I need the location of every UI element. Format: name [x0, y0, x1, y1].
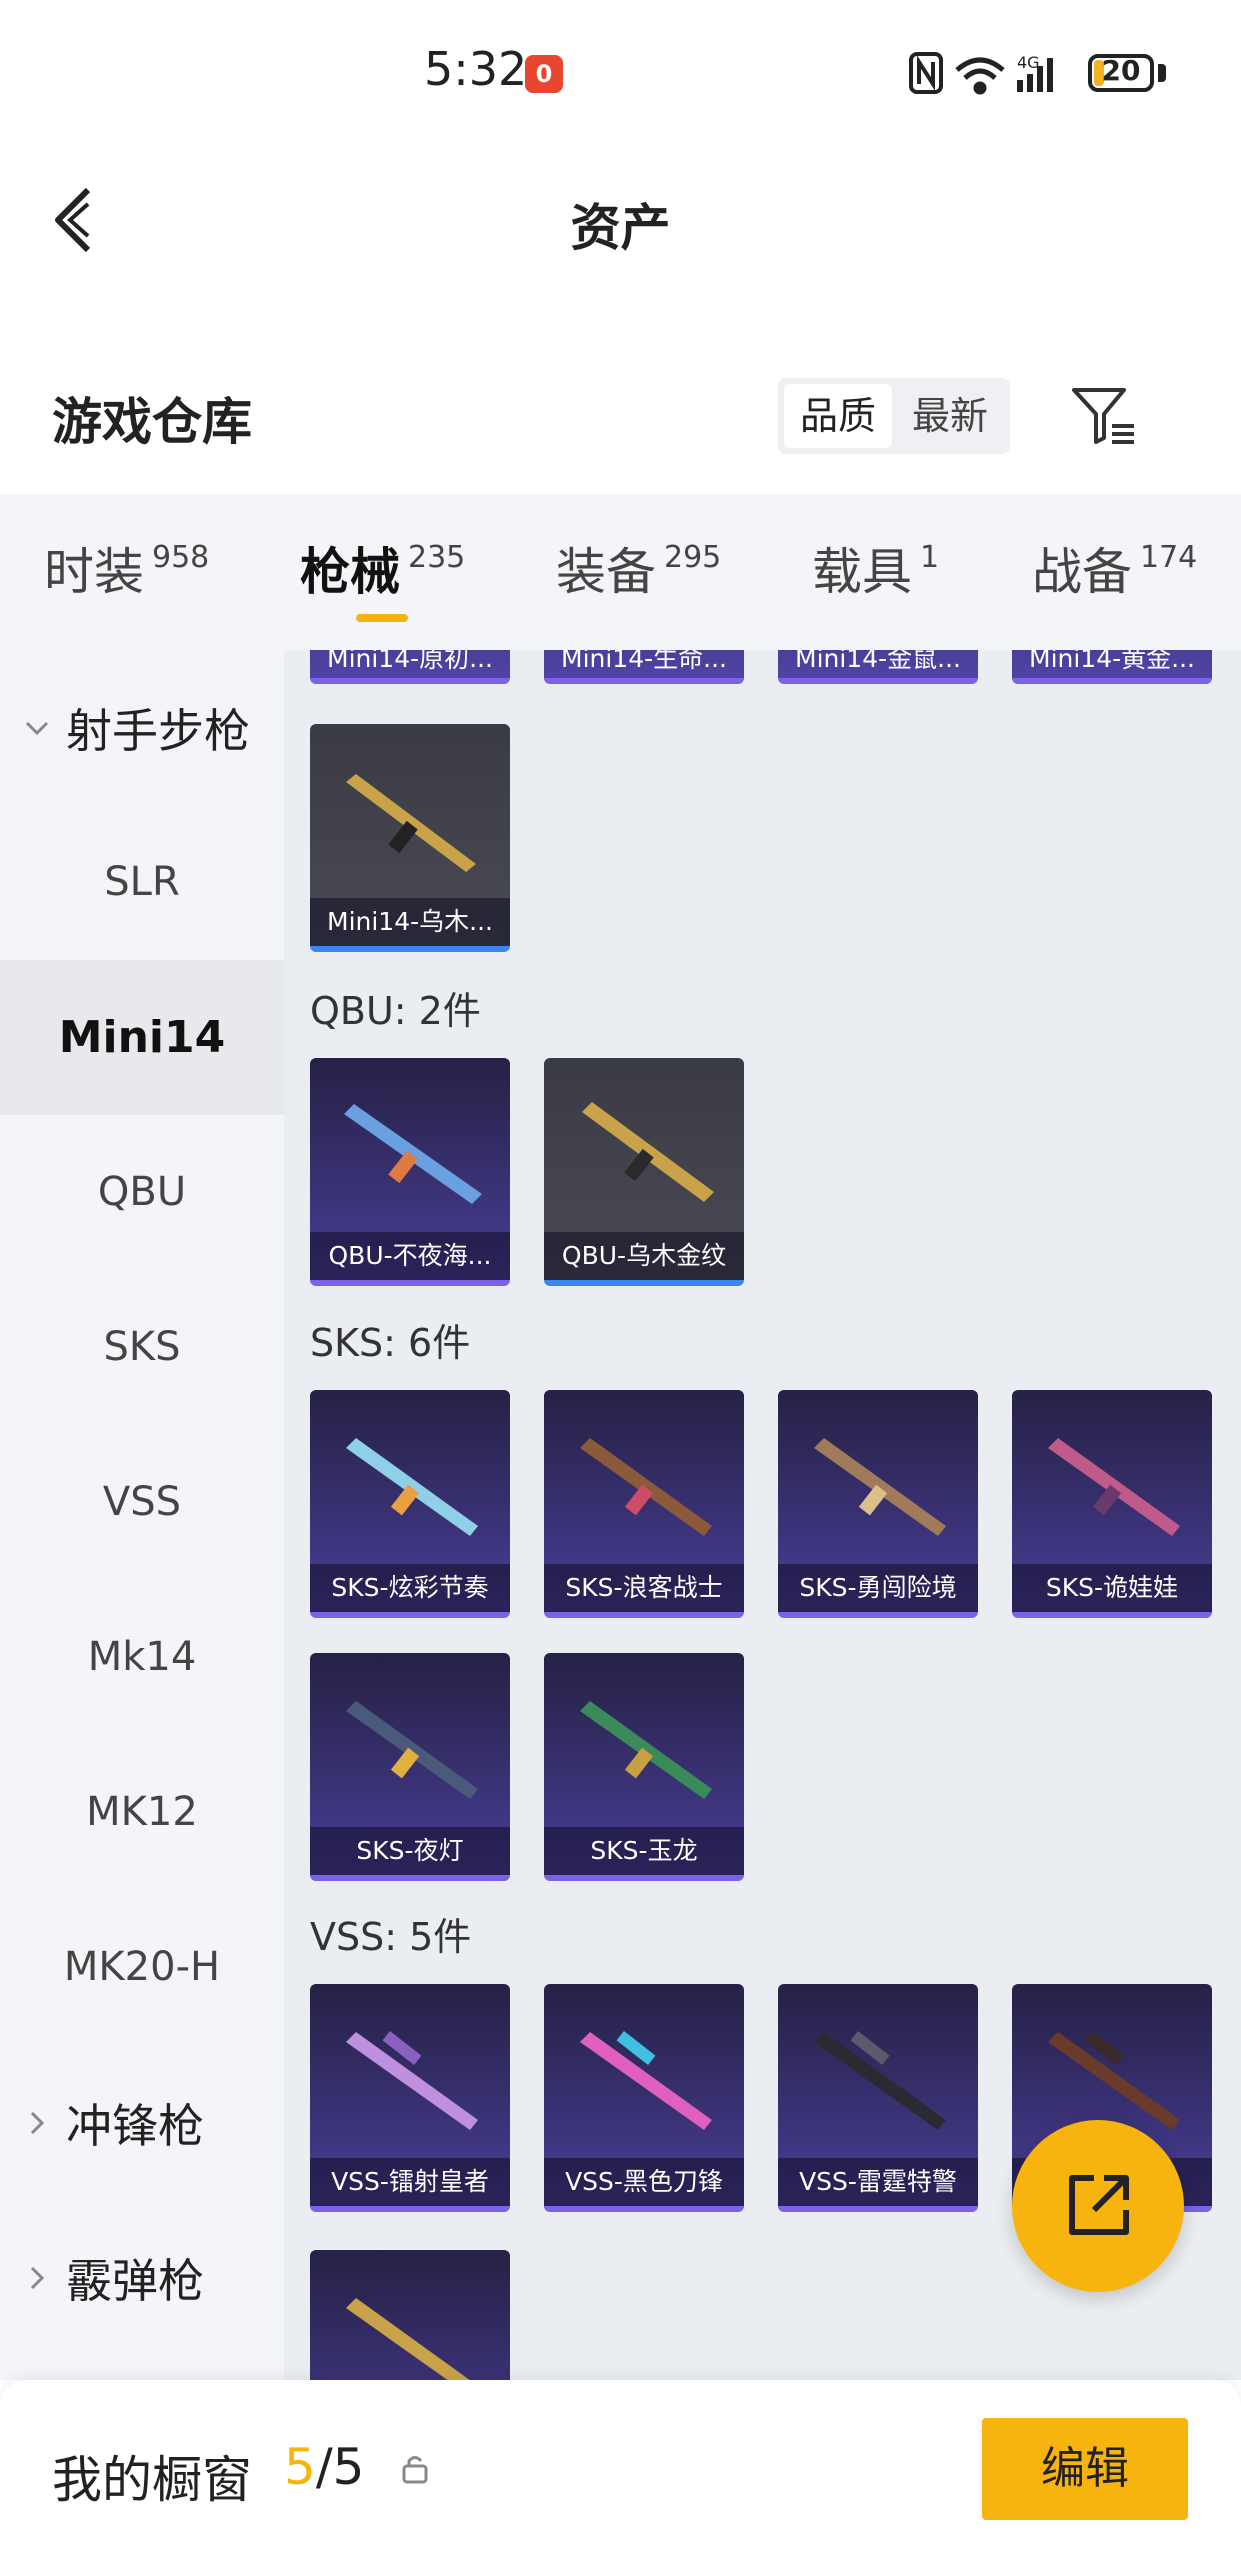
showcase-count: 5/5 — [284, 2438, 365, 2496]
chevron-down-icon — [25, 721, 49, 735]
tab-vehicles[interactable]: 载具 1 — [812, 532, 939, 604]
group-label-sks: SKS: 6件 — [310, 1321, 471, 1365]
sidebar-item-mk20h[interactable]: MK20-H — [0, 1890, 284, 2045]
page-title: 资产 — [570, 199, 671, 257]
item-card[interactable]: SKS-浪客战士 — [544, 1390, 744, 1618]
chevron-right-icon — [30, 2111, 45, 2134]
sidebar-item-vss[interactable]: VSS — [0, 1425, 284, 1580]
tab-supplies[interactable]: 战备 174 — [1032, 532, 1197, 604]
rifle-icon — [346, 1701, 478, 1799]
sidebar-item-slr[interactable]: SLR — [0, 805, 284, 960]
section-title: 游戏仓库 — [52, 393, 252, 451]
item-card[interactable]: Mini14-原初... — [310, 650, 510, 684]
nav-header: 资产 — [0, 150, 1241, 290]
item-card[interactable]: VSS-雷霆特警 — [778, 1984, 978, 2212]
status-bar: 5:32 0 4G 20 — [0, 0, 1241, 150]
item-card[interactable]: SKS-勇闯险境 — [778, 1390, 978, 1618]
sort-toggle: 品质 最新 — [778, 378, 1010, 454]
sidebar-item-mini14[interactable]: Mini14 — [0, 960, 284, 1115]
lock-icon — [402, 2456, 428, 2484]
tab-indicator — [356, 614, 408, 622]
sidebar-group-shotgun[interactable]: 霰弹枪 — [0, 2200, 284, 2355]
item-card[interactable]: Mini14-乌木... — [310, 724, 510, 952]
tab-fashion[interactable]: 时装 958 — [44, 532, 209, 604]
bottom-bar: 我的橱窗 5/5 编辑 — [0, 2380, 1241, 2560]
sidebar-group-smg[interactable]: 冲锋枪 — [0, 2045, 284, 2200]
rifle-icon — [1048, 1438, 1180, 1536]
rifle-icon — [580, 1701, 712, 1799]
item-card[interactable]: Mini14-黄金... — [1012, 650, 1212, 684]
item-card[interactable] — [310, 2250, 510, 2380]
rifle-icon — [346, 774, 476, 872]
share-icon — [1069, 2175, 1129, 2235]
notification-badge: 0 — [525, 55, 563, 93]
sidebar-item-mk12[interactable]: MK12 — [0, 1735, 284, 1890]
sidebar-item-qbu[interactable]: QBU — [0, 1115, 284, 1270]
item-card[interactable]: QBU-不夜海... — [310, 1058, 510, 1286]
rifle-icon — [580, 1438, 712, 1536]
sidebar-item-mk14[interactable]: Mk14 — [0, 1580, 284, 1735]
sidebar-item-sks[interactable]: SKS — [0, 1270, 284, 1425]
sidebar: 射手步枪 SLR Mini14 QBU SKS VSS Mk14 MK12 MK… — [0, 650, 284, 2380]
tab-equipment[interactable]: 装备 295 — [556, 532, 721, 604]
status-time: 5:32 — [424, 42, 528, 96]
rifle-icon — [346, 1438, 478, 1536]
sort-newest-button[interactable]: 最新 — [896, 384, 1004, 448]
item-card[interactable]: SKS-夜灯 — [310, 1653, 510, 1881]
group-label-vss: VSS: 5件 — [310, 1915, 472, 1959]
item-card[interactable]: SKS-诡娃娃 — [1012, 1390, 1212, 1618]
battery-icon: 20 — [1088, 54, 1154, 92]
rifle-icon — [814, 2030, 946, 2130]
rifle-icon — [814, 1438, 946, 1536]
battery-level: 20 — [1101, 54, 1141, 87]
tab-firearms[interactable]: 枪械 235 — [300, 532, 465, 604]
category-tabs: 时装 958 枪械 235 装备 295 载具 1 战备 174 — [0, 494, 1241, 650]
share-button[interactable] — [1012, 2120, 1184, 2292]
sidebar-group-marksman[interactable]: 射手步枪 — [0, 650, 284, 805]
wifi-icon — [955, 57, 1005, 95]
sort-quality-button[interactable]: 品质 — [784, 384, 892, 448]
filter-icon[interactable] — [1068, 380, 1138, 450]
network-label: 4G — [1017, 53, 1040, 72]
item-card[interactable]: VSS-镭射皇者 — [310, 1984, 510, 2212]
item-card[interactable]: QBU-乌木金纹 — [544, 1058, 744, 1286]
item-card[interactable]: SKS-玉龙 — [544, 1653, 744, 1881]
group-label-qbu: QBU: 2件 — [310, 989, 481, 1033]
edit-button[interactable]: 编辑 — [982, 2418, 1188, 2520]
item-card[interactable]: SKS-炫彩节奏 — [310, 1390, 510, 1618]
item-card[interactable]: VSS-黑色刀锋 — [544, 1984, 744, 2212]
rifle-icon — [346, 2030, 478, 2130]
item-card[interactable]: Mini14-生命... — [544, 650, 744, 684]
chevron-right-icon — [30, 2266, 45, 2289]
showcase-title: 我的橱窗 — [52, 2451, 252, 2509]
rifle-icon — [580, 2030, 712, 2130]
rifle-icon — [344, 1104, 482, 1204]
rifle-icon — [582, 1102, 714, 1202]
item-card[interactable]: Mini14-金鼠... — [778, 650, 978, 684]
rifle-icon — [346, 2298, 470, 2380]
nfc-icon — [909, 52, 943, 94]
